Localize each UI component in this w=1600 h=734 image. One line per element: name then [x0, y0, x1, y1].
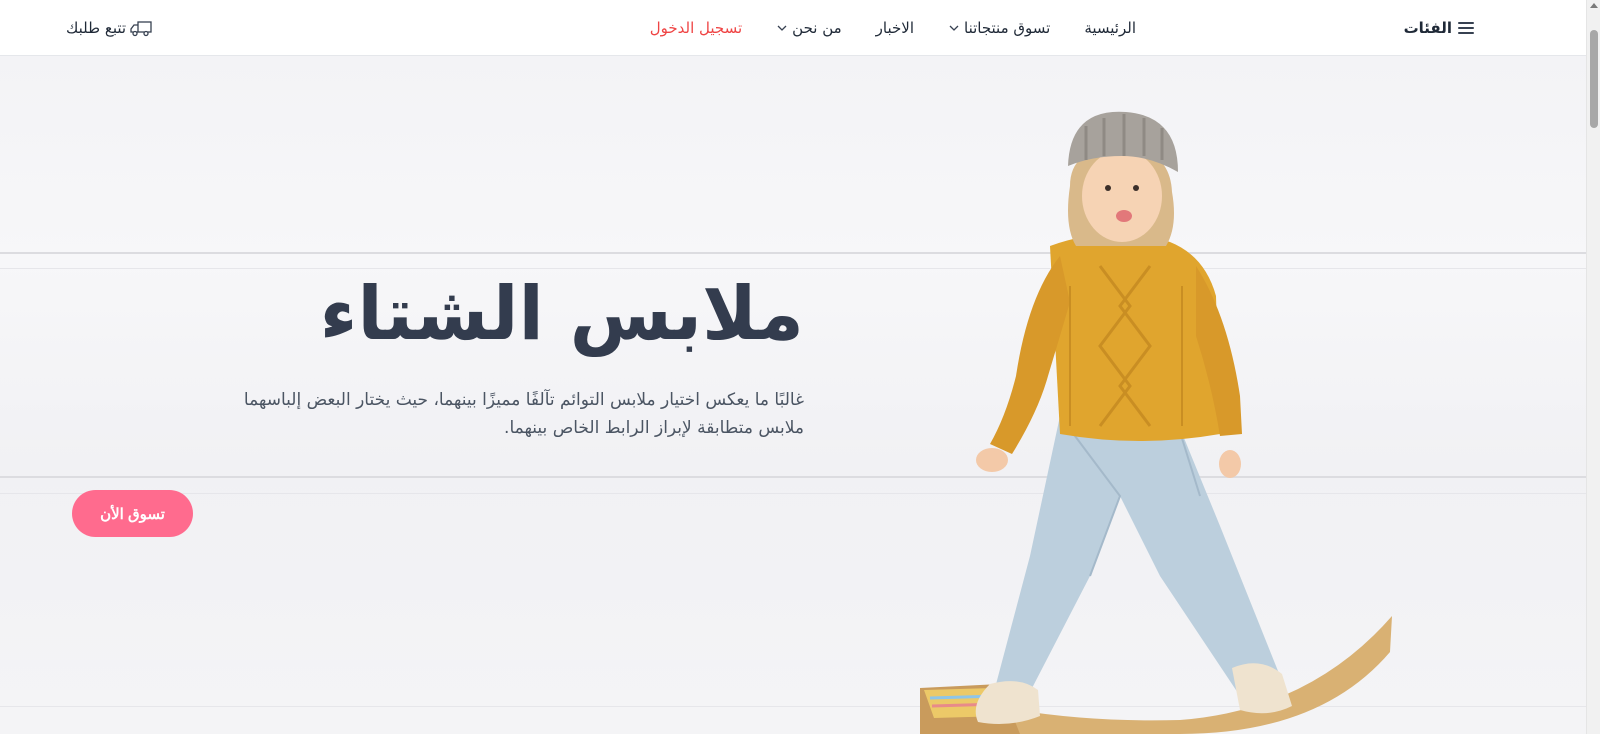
nav-about-label: من نحن — [792, 19, 842, 37]
chevron-down-icon — [949, 25, 959, 31]
hero-description: غالبًا ما يعكس اختيار ملابس التوائم تآلف… — [243, 390, 804, 438]
hero-child-image — [920, 111, 1392, 734]
chevron-down-icon — [777, 25, 787, 31]
main-nav: الرئيسية تسوق منتجاتنا الاخبار من نحن تس… — [650, 0, 1136, 56]
nav-shop-dropdown[interactable]: تسوق منتجاتنا — [948, 19, 1050, 37]
scrollbar-thumb[interactable] — [1590, 30, 1598, 128]
menu-icon — [1458, 22, 1474, 34]
track-order-label: تتبع طلبك — [66, 19, 127, 37]
nav-news[interactable]: الاخبار — [876, 19, 914, 37]
nav-login-link[interactable]: تسجيل الدخول — [650, 19, 742, 37]
scroll-up-icon[interactable] — [1590, 3, 1598, 8]
nav-login-label: تسجيل الدخول — [649, 19, 743, 37]
nav-about-dropdown[interactable]: من نحن — [776, 19, 842, 37]
hero-banner: ملابس الشتاء غالبًا ما يعكس اختيار ملابس… — [0, 56, 1586, 734]
top-navbar: الفئات الرئيسية تسوق منتجاتنا الاخبار من… — [0, 0, 1586, 56]
nav-shop-label: تسوق منتجاتنا — [964, 19, 1051, 37]
track-order-link[interactable]: تتبع طلبك — [66, 0, 152, 56]
categories-label: الفئات — [1403, 19, 1452, 37]
nav-news-label: الاخبار — [875, 19, 914, 37]
truck-icon — [130, 21, 152, 37]
nav-home-label: الرئيسية — [1084, 19, 1136, 37]
page-scrollbar[interactable] — [1586, 0, 1600, 734]
nav-home[interactable]: الرئيسية — [1084, 19, 1136, 37]
categories-menu-button[interactable]: الفئات — [1404, 0, 1474, 56]
hero-title: ملابس الشتاء — [319, 271, 804, 357]
shop-now-button[interactable]: تسوق الأن — [72, 490, 193, 537]
